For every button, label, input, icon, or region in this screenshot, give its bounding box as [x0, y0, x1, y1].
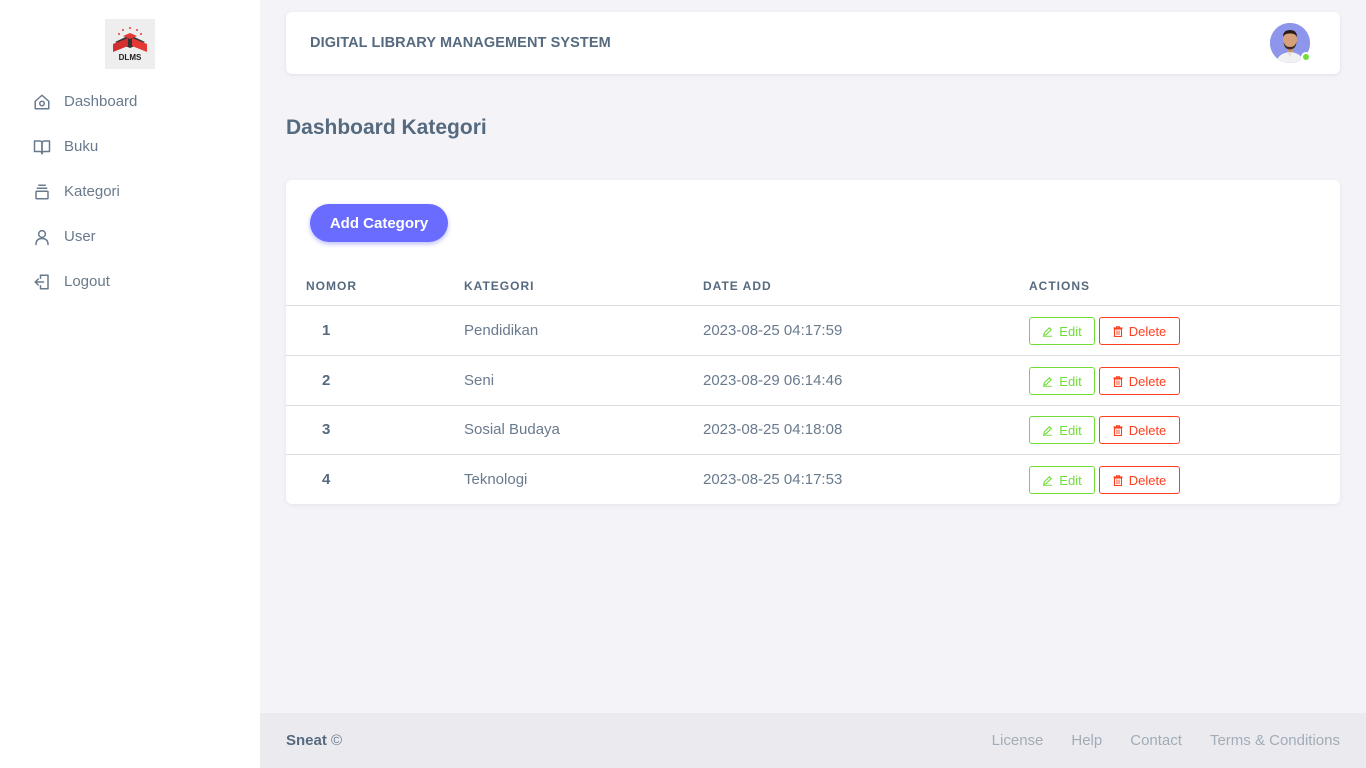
- home-icon: [32, 92, 52, 112]
- edit-label: Edit: [1059, 323, 1082, 339]
- edit-button[interactable]: Edit: [1029, 466, 1095, 494]
- delete-label: Delete: [1128, 422, 1167, 438]
- sidebar-item-logout[interactable]: Logout: [0, 259, 260, 304]
- footer-brand: Sneat ©: [286, 732, 342, 749]
- user-icon: [32, 227, 52, 247]
- sidebar-item-label: Dashboard: [64, 93, 138, 110]
- column-header-kategori: KATEGORI: [464, 279, 535, 293]
- delete-button[interactable]: Delete: [1099, 466, 1180, 494]
- sidebar-item-kategori[interactable]: Kategori: [0, 169, 260, 214]
- row-category: Pendidikan: [464, 322, 539, 339]
- pencil-icon: [1043, 376, 1053, 387]
- sidebar-item-dashboard[interactable]: Dashboard: [0, 79, 260, 124]
- page-title: Dashboard Kategori: [286, 116, 487, 139]
- edit-label: Edit: [1059, 472, 1082, 488]
- footer: Sneat © License Help Contact Terms & Con…: [260, 713, 1366, 768]
- row-number: 3: [322, 421, 331, 438]
- sidebar: DLMS Dashboard Buku Kategori User Logout: [0, 0, 260, 768]
- delete-label: Delete: [1128, 373, 1167, 389]
- delete-button[interactable]: Delete: [1099, 416, 1180, 444]
- top-navbar: DIGITAL LIBRARY MANAGEMENT SYSTEM: [286, 12, 1340, 74]
- trash-icon: [1113, 424, 1123, 436]
- graduation-cap-icon: [113, 27, 147, 52]
- sidebar-item-label: Buku: [64, 138, 99, 155]
- app-logo[interactable]: DLMS: [105, 19, 155, 69]
- edit-button[interactable]: Edit: [1029, 416, 1095, 444]
- column-header-actions: ACTIONS: [1029, 279, 1090, 293]
- delete-button[interactable]: Delete: [1099, 367, 1180, 395]
- column-header-nomor: NOMOR: [306, 279, 357, 293]
- row-category: Teknologi: [464, 471, 528, 488]
- table-row: 1 Pendidikan 2023-08-25 04:17:59 Edit De…: [286, 306, 1340, 356]
- footer-link-terms[interactable]: Terms & Conditions: [1210, 732, 1340, 749]
- trash-icon: [1113, 325, 1123, 337]
- sidebar-menu: Dashboard Buku Kategori User Logout: [0, 79, 260, 304]
- add-category-button[interactable]: Add Category: [310, 204, 448, 242]
- sidebar-item-label: User: [64, 228, 96, 245]
- row-number: 4: [322, 471, 331, 488]
- footer-brand-name: Sneat: [286, 732, 327, 749]
- delete-button[interactable]: Delete: [1099, 317, 1180, 345]
- row-number: 1: [322, 322, 331, 339]
- user-avatar[interactable]: [1270, 23, 1311, 63]
- sidebar-item-buku[interactable]: Buku: [0, 124, 260, 169]
- logout-icon: [32, 272, 52, 292]
- sidebar-item-user[interactable]: User: [0, 214, 260, 259]
- pencil-icon: [1043, 475, 1053, 486]
- collection-icon: [32, 182, 52, 202]
- category-card: Add Category NOMOR KATEGORI DATE ADD ACT…: [286, 180, 1340, 504]
- edit-label: Edit: [1059, 373, 1082, 389]
- row-category: Seni: [464, 372, 495, 389]
- edit-label: Edit: [1059, 422, 1082, 438]
- sidebar-item-label: Logout: [64, 273, 110, 290]
- pencil-icon: [1043, 326, 1053, 337]
- row-number: 2: [322, 372, 331, 389]
- online-status-dot: [1301, 52, 1311, 62]
- sidebar-item-label: Kategori: [64, 183, 120, 200]
- table-row: 3 Sosial Budaya 2023-08-25 04:18:08 Edit…: [286, 405, 1340, 455]
- table-header: NOMOR KATEGORI DATE ADD ACTIONS: [286, 274, 1340, 306]
- row-date: 2023-08-25 04:17:53: [703, 471, 843, 488]
- edit-button[interactable]: Edit: [1029, 367, 1095, 395]
- row-date: 2023-08-29 06:14:46: [703, 372, 843, 389]
- table-row: 2 Seni 2023-08-29 06:14:46 Edit Delete: [286, 356, 1340, 406]
- app-title: DIGITAL LIBRARY MANAGEMENT SYSTEM: [310, 35, 611, 51]
- logo-text: DLMS: [118, 53, 142, 62]
- row-category: Sosial Budaya: [464, 421, 560, 438]
- footer-link-license[interactable]: License: [992, 732, 1044, 749]
- book-icon: [32, 137, 52, 157]
- column-header-date-add: DATE ADD: [703, 279, 772, 293]
- delete-label: Delete: [1128, 323, 1167, 339]
- trash-icon: [1113, 474, 1123, 486]
- footer-link-help[interactable]: Help: [1071, 732, 1102, 749]
- copyright-symbol: ©: [331, 732, 343, 749]
- delete-label: Delete: [1128, 472, 1167, 488]
- footer-links: License Help Contact Terms & Conditions: [964, 732, 1340, 749]
- edit-button[interactable]: Edit: [1029, 317, 1095, 345]
- table-row: 4 Teknologi 2023-08-25 04:17:53 Edit Del…: [286, 455, 1340, 505]
- row-date: 2023-08-25 04:17:59: [703, 322, 843, 339]
- footer-link-contact[interactable]: Contact: [1130, 732, 1182, 749]
- row-date: 2023-08-25 04:18:08: [703, 421, 843, 438]
- trash-icon: [1113, 375, 1123, 387]
- pencil-icon: [1043, 425, 1053, 436]
